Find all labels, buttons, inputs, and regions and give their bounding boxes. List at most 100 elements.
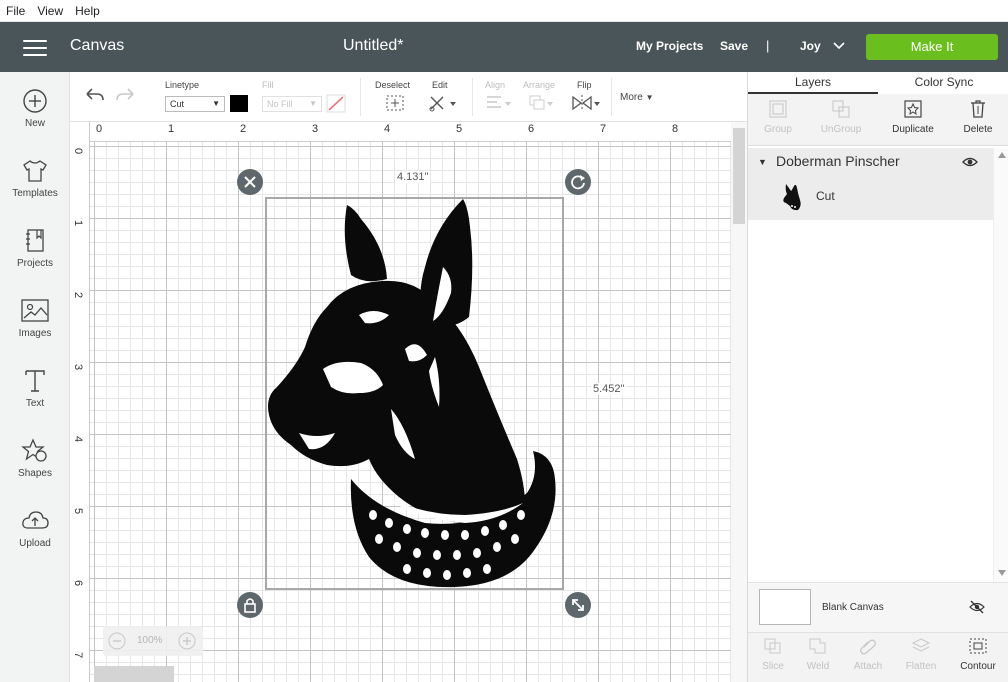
layers-panel: Layers Color Sync Group UnGroup Duplicat… (747, 72, 1008, 682)
align-label: Align (485, 80, 506, 90)
ruler-tick-label: 2 (72, 292, 84, 299)
attach-label: Attach (853, 661, 883, 672)
eye-icon[interactable] (962, 156, 978, 168)
scroll-down-icon[interactable] (998, 570, 1006, 576)
zoom-level: 100% (137, 635, 163, 646)
ruler-tick-label: 2 (240, 123, 247, 135)
fill-value: No Fill (267, 99, 293, 109)
slice-icon (764, 638, 781, 654)
group-icon (769, 100, 787, 118)
contour-button[interactable]: Contour (953, 637, 1003, 672)
document-title[interactable]: Untitled* (343, 37, 403, 55)
contour-icon (969, 638, 987, 654)
nav-text[interactable]: Text (0, 368, 70, 409)
canvas-horizontal-scroll-thumb[interactable] (94, 666, 174, 682)
more-menu[interactable]: More ▼ (620, 92, 654, 103)
lock-handle[interactable] (237, 592, 263, 618)
more-label: More (620, 92, 643, 103)
layer-group-name: Doberman Pinscher (776, 153, 900, 169)
caret-down-icon[interactable]: ▼ (758, 157, 767, 167)
nav-shapes[interactable]: Shapes (0, 438, 70, 479)
left-nav: New Templates Projects Images Text Shape… (0, 72, 70, 682)
weld-icon (809, 638, 826, 654)
tab-color-sync[interactable]: Color Sync (879, 72, 1008, 94)
flatten-button[interactable]: Flatten (896, 637, 946, 672)
layers-scrollbar[interactable] (993, 148, 1008, 582)
layer-name: Cut (816, 189, 835, 203)
nav-shapes-label: Shapes (18, 468, 52, 479)
blank-canvas-row[interactable]: Blank Canvas (748, 582, 1008, 632)
edit-toolbar: Linetype Cut ▼ Fill No Fill ▼ Deselect E… (70, 72, 747, 122)
blank-canvas-swatch[interactable] (759, 589, 811, 625)
eye-slash-icon[interactable] (969, 600, 985, 614)
resize-handle[interactable] (565, 592, 591, 618)
flip-icon[interactable] (571, 94, 601, 112)
delete-button[interactable]: Delete (948, 98, 1008, 135)
ruler-tick-label: 1 (168, 123, 175, 135)
make-it-button[interactable]: Make It (866, 34, 998, 60)
hamburger-menu-icon[interactable] (23, 40, 47, 56)
toolbar-divider (472, 78, 473, 116)
canvas-vertical-scrollbar[interactable] (731, 122, 747, 682)
save-button[interactable]: Save (720, 39, 748, 53)
rotate-handle[interactable] (565, 169, 591, 195)
linetype-select[interactable]: Cut ▼ (165, 96, 225, 112)
user-menu[interactable]: Joy (800, 39, 821, 53)
layer-group-row[interactable]: ▼ Doberman Pinscher Cut (748, 148, 993, 220)
ruler-tick-label: 4 (72, 436, 84, 443)
fill-select[interactable]: No Fill ▼ (262, 96, 322, 112)
edit-scissors-icon[interactable] (428, 94, 456, 112)
linetype-color-swatch[interactable] (230, 95, 248, 112)
menu-help[interactable]: Help (75, 4, 100, 18)
duplicate-button[interactable]: Duplicate (883, 98, 943, 135)
arrange-icon[interactable] (527, 94, 555, 112)
my-projects-link[interactable]: My Projects (636, 39, 703, 53)
nav-new-label: New (24, 118, 45, 129)
flatten-icon (911, 638, 931, 652)
no-fill-swatch-icon[interactable] (326, 94, 346, 113)
redo-icon[interactable] (115, 86, 137, 104)
zoom-out-icon[interactable] (107, 631, 127, 651)
design-canvas[interactable]: 0 1 2 3 4 5 6 7 8 9 0 1 2 3 4 5 6 7 (70, 122, 747, 682)
caret-down-icon: ▼ (309, 99, 317, 108)
align-icon[interactable] (485, 94, 513, 112)
menu-view[interactable]: View (37, 4, 63, 18)
nav-text-label: Text (25, 398, 45, 409)
nav-templates[interactable]: Templates (0, 158, 70, 199)
toolbar-divider (360, 78, 361, 116)
selection-bounding-box[interactable] (265, 197, 564, 590)
group-button[interactable]: Group (748, 98, 808, 135)
nav-upload[interactable]: Upload (0, 508, 70, 549)
nav-new[interactable]: New (0, 88, 70, 129)
scroll-thumb[interactable] (733, 128, 745, 224)
menu-file[interactable]: File (6, 4, 25, 18)
ruler-tick-label: 0 (72, 148, 84, 155)
slice-button[interactable]: Slice (748, 637, 798, 672)
scroll-up-icon[interactable] (998, 152, 1006, 158)
height-dimension-label: 5.452" (591, 383, 627, 395)
nav-templates-label: Templates (12, 188, 58, 199)
trash-icon (971, 100, 985, 118)
nav-images[interactable]: Images (0, 298, 70, 339)
paperclip-icon (860, 639, 876, 655)
tab-layers[interactable]: Layers (748, 72, 878, 94)
tshirt-icon (23, 160, 47, 182)
vertical-ruler: 0 1 2 3 4 5 6 7 (70, 122, 90, 682)
delete-label: Delete (963, 124, 993, 135)
nav-projects[interactable]: Projects (0, 228, 70, 269)
ungroup-button[interactable]: UnGroup (811, 98, 871, 135)
zoom-in-icon[interactable] (177, 631, 197, 651)
ruler-tick-label: 4 (384, 123, 391, 135)
weld-button[interactable]: Weld (793, 637, 843, 672)
attach-button[interactable]: Attach (843, 637, 893, 672)
caret-down-icon: ▼ (212, 99, 220, 108)
ruler-tick-label: 7 (600, 123, 607, 135)
ruler-tick-label: 6 (72, 580, 84, 587)
fill-label: Fill (262, 80, 274, 90)
ruler-tick-label: 3 (72, 364, 84, 371)
chevron-down-icon[interactable] (832, 39, 846, 53)
arrange-label: Arrange (523, 80, 556, 90)
delete-handle[interactable] (237, 169, 263, 195)
deselect-icon[interactable] (385, 94, 405, 112)
undo-icon[interactable] (83, 86, 105, 104)
